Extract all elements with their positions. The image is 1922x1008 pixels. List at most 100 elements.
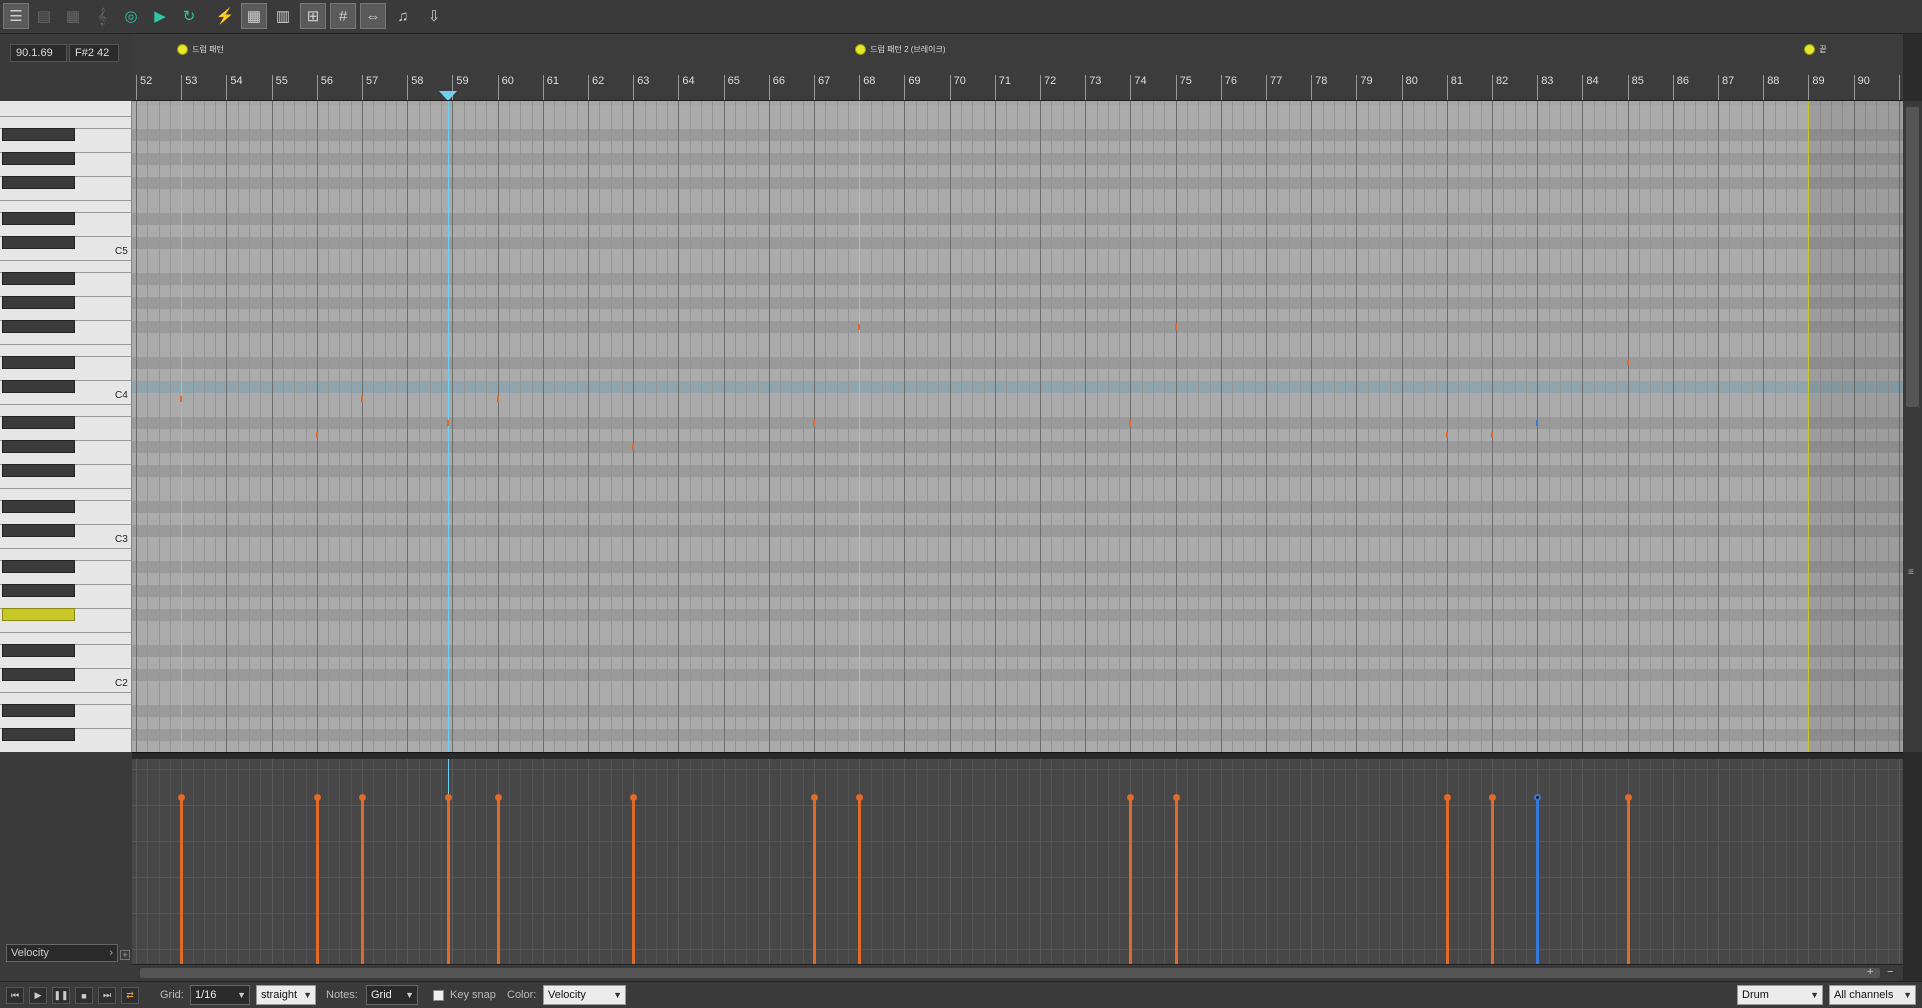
lane-splitter[interactable] <box>132 752 1903 759</box>
note[interactable] <box>1129 420 1132 426</box>
loop-icon[interactable]: ↻ <box>176 3 202 29</box>
velocity-stem[interactable] <box>180 797 184 964</box>
velocity-stem[interactable] <box>1536 797 1540 964</box>
audio-icon[interactable]: ♫ <box>390 3 416 29</box>
pause-icon[interactable]: ❚❚ <box>52 987 70 1004</box>
velocity-handle[interactable] <box>811 794 818 801</box>
channel-select[interactable]: All channels ▼ <box>1829 985 1916 1005</box>
velocity-stem[interactable] <box>632 797 636 964</box>
piano-key-black[interactable] <box>2 176 75 189</box>
piano-key-black[interactable] <box>2 584 75 597</box>
velocity-stem[interactable] <box>1174 797 1178 964</box>
velocity-handle[interactable] <box>630 794 638 801</box>
velocity-stem[interactable] <box>1626 797 1630 964</box>
note[interactable] <box>1491 432 1493 438</box>
note[interactable] <box>632 444 635 450</box>
velocity-handle[interactable] <box>444 794 452 801</box>
note[interactable] <box>361 396 363 402</box>
velocity-stem[interactable] <box>858 797 862 964</box>
piano-key-white[interactable] <box>0 548 131 549</box>
piano-key-black[interactable] <box>2 704 75 717</box>
piano-key-black[interactable] <box>2 728 75 741</box>
piano-key-black[interactable] <box>2 644 75 657</box>
event-list-icon[interactable]: ▦ <box>60 3 86 29</box>
velocity-handle[interactable] <box>1489 794 1496 801</box>
note[interactable] <box>315 432 318 438</box>
piano-key-black[interactable] <box>2 236 75 249</box>
grid-view-icon[interactable]: ▦ <box>241 3 267 29</box>
velocity-stem[interactable] <box>496 797 500 964</box>
velocity-handle[interactable] <box>1172 794 1180 801</box>
piano-key-white[interactable] <box>0 344 131 345</box>
piano-key-black[interactable] <box>2 272 75 285</box>
timeline-ruler[interactable]: 52 53 54 55 56 57 58 59 60 61 62 63 64 65 66 67 68 69 70 71… <box>132 34 1903 101</box>
play-icon[interactable]: ▶ <box>29 987 47 1004</box>
marker-dot-icon[interactable] <box>177 44 189 55</box>
note[interactable] <box>858 324 861 330</box>
piano-key-black[interactable] <box>2 128 75 141</box>
play-from-icon[interactable]: ▶ <box>147 3 173 29</box>
marker[interactable]: 드럼 패턴 2 (브레이크) <box>855 44 946 55</box>
marker[interactable]: 끝 <box>1804 44 1827 55</box>
piano-key-white[interactable] <box>0 200 131 201</box>
piano-key-black[interactable] <box>2 440 75 453</box>
vertical-scrollbar[interactable]: ≡ <box>1903 101 1922 752</box>
piano-key-white[interactable] <box>0 692 131 693</box>
swing-select[interactable]: straight ▼ <box>256 985 316 1005</box>
velocity-stem[interactable] <box>446 797 450 964</box>
menu-icon[interactable]: ☰ <box>3 3 29 29</box>
piano-key-highlighted[interactable] <box>2 608 75 621</box>
grid-toggle-icon[interactable]: # <box>330 3 356 29</box>
note-selected[interactable] <box>1536 420 1539 426</box>
velocity-handle[interactable] <box>359 794 366 801</box>
velocity-handle[interactable] <box>313 794 321 801</box>
velocity-handle[interactable] <box>178 794 186 801</box>
vscroll-thumb[interactable] <box>1906 107 1919 407</box>
velocity-stem[interactable] <box>813 797 816 964</box>
grid-select[interactable]: 1/16 ▼ <box>190 985 250 1005</box>
piano-key-white[interactable] <box>0 488 131 489</box>
velocity-handle[interactable] <box>1624 794 1632 801</box>
treble-clef-icon[interactable]: 𝄞 <box>89 3 115 29</box>
piano-key-black[interactable] <box>2 464 75 477</box>
marker[interactable]: 드럼 패턴 <box>177 44 224 55</box>
piano-key-black[interactable] <box>2 560 75 573</box>
velocity-stem[interactable] <box>361 797 364 964</box>
add-lane-icon[interactable]: + <box>120 950 130 960</box>
note-grid[interactable] <box>132 101 1903 752</box>
notation-icon[interactable]: ⊞ <box>300 3 326 29</box>
velocity-handle[interactable] <box>1443 794 1451 801</box>
track-select[interactable]: Drum ▼ <box>1737 985 1823 1005</box>
skip-end-icon[interactable]: ⏭ <box>98 987 116 1004</box>
piano-key-black[interactable] <box>2 320 75 333</box>
split-icon[interactable]: ⇔ <box>360 3 386 29</box>
zoom-out-icon[interactable]: − <box>1887 966 1893 978</box>
marker-dot-icon[interactable] <box>855 44 867 55</box>
loop-toggle-icon[interactable]: ⇄ <box>121 987 139 1004</box>
playhead-marker-icon[interactable] <box>438 91 457 100</box>
lane-type-selector[interactable]: Velocity › <box>6 944 118 962</box>
drag-handle-icon[interactable]: ≡ <box>1908 567 1914 578</box>
marker-dot-icon[interactable] <box>1804 44 1816 55</box>
piano-key-black[interactable] <box>2 296 75 309</box>
piano-key-white[interactable] <box>0 260 131 261</box>
note[interactable] <box>1174 324 1177 330</box>
horizontal-scrollbar[interactable]: + − <box>132 964 1903 981</box>
note[interactable] <box>446 420 449 426</box>
track-list-icon[interactable]: ▤ <box>31 3 57 29</box>
lightning-icon[interactable]: ⚡ <box>212 3 238 29</box>
step-record-icon[interactable]: ◎ <box>118 3 144 29</box>
velocity-lane[interactable] <box>132 759 1903 964</box>
note[interactable] <box>496 396 499 402</box>
piano-key-black[interactable] <box>2 380 75 393</box>
velocity-stem[interactable] <box>1491 797 1494 964</box>
piano-keyboard[interactable]: C5 C4 C3 C2 <box>0 101 132 752</box>
velocity-handle[interactable] <box>494 794 502 801</box>
piano-key-black[interactable] <box>2 668 75 681</box>
piano-key-black[interactable] <box>2 212 75 225</box>
notes-select[interactable]: Grid ▼ <box>366 985 418 1005</box>
hscroll-thumb[interactable] <box>140 968 1880 978</box>
velocity-handle[interactable] <box>1534 794 1542 801</box>
note[interactable] <box>813 420 815 426</box>
piano-key-black[interactable] <box>2 500 75 513</box>
